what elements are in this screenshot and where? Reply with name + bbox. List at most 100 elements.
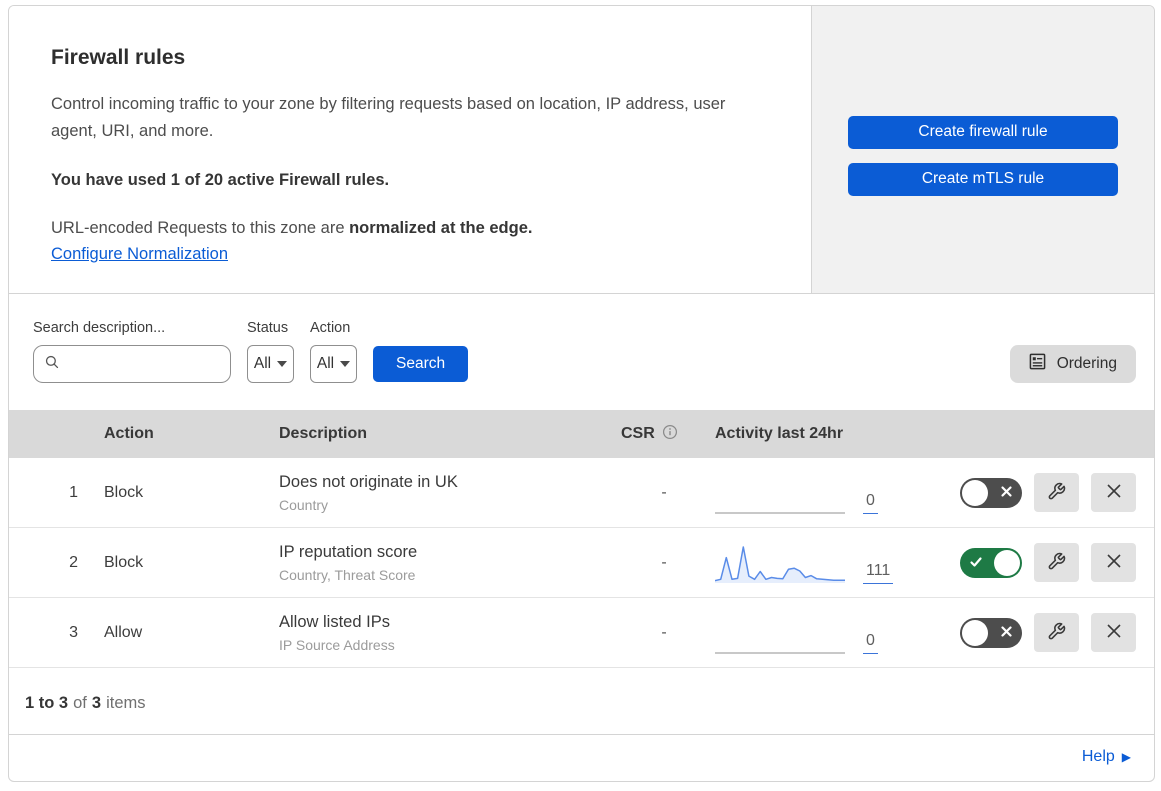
toggle-knob xyxy=(962,479,988,506)
rule-csr-value: - xyxy=(661,553,667,571)
rule-action: Block xyxy=(104,553,144,571)
ordering-label: Ordering xyxy=(1056,355,1117,372)
info-icon[interactable] xyxy=(662,424,678,445)
items-range: 1 to 3 xyxy=(25,694,69,712)
status-field: Status All xyxy=(247,320,294,383)
rule-priority: 1 xyxy=(69,483,78,501)
rule-activity-cell: 0 xyxy=(699,611,934,655)
search-icon xyxy=(44,354,60,375)
rule-action: Allow xyxy=(104,623,143,641)
table-row: 2 Block IP reputation score Country, Thr… xyxy=(9,528,1154,598)
normalization-text: URL-encoded Requests to this zone are xyxy=(51,219,350,238)
chevron-down-icon xyxy=(340,361,351,367)
activity-sparkline xyxy=(715,471,845,515)
rule-description-cell: Does not originate in UK Country xyxy=(279,473,599,513)
page-title: Firewall rules xyxy=(51,46,186,69)
action-column-header: Action xyxy=(104,425,154,442)
rule-fields: Country, Threat Score xyxy=(279,566,416,583)
close-icon xyxy=(1105,552,1123,573)
configure-normalization-link[interactable]: Configure Normalization xyxy=(51,245,228,263)
firewall-rules-panel: Firewall rules Control incoming traffic … xyxy=(8,5,1155,782)
csr-column-header: CSR xyxy=(599,424,699,445)
action-field: Action All xyxy=(310,320,357,383)
create-mtls-rule-button[interactable]: Create mTLS rule xyxy=(848,162,1118,196)
rule-description: IP reputation score xyxy=(279,542,418,561)
delete-rule-button[interactable] xyxy=(1091,543,1136,582)
close-icon xyxy=(1105,622,1123,643)
ordering-list-icon xyxy=(1029,353,1046,375)
toggle-state-icon xyxy=(1000,625,1013,643)
wrench-icon xyxy=(1047,622,1066,644)
status-select[interactable]: All xyxy=(247,345,294,383)
search-box[interactable] xyxy=(33,345,265,383)
rule-fields: IP Source Address xyxy=(279,636,395,653)
rule-enabled-toggle[interactable] xyxy=(960,547,1022,578)
search-input[interactable] xyxy=(66,355,265,373)
status-value: All xyxy=(253,355,272,372)
ordering-button[interactable]: Ordering xyxy=(1009,345,1136,383)
toggle-knob xyxy=(962,619,988,646)
header-content: Firewall rules Control incoming traffic … xyxy=(9,6,812,293)
toggle-knob xyxy=(994,549,1020,576)
normalization-note: URL-encoded Requests to this zone are no… xyxy=(51,219,771,238)
rule-enabled-toggle[interactable] xyxy=(960,477,1022,508)
toggle-state-icon xyxy=(969,555,983,574)
table-row: 1 Block Does not originate in UK Country… xyxy=(9,458,1154,528)
arrow-right-icon: ▶ xyxy=(1121,750,1131,764)
rule-activity-cell: 111 xyxy=(699,541,934,585)
rule-description: Allow listed IPs xyxy=(279,612,390,631)
rule-enabled-toggle[interactable] xyxy=(960,617,1022,648)
action-select[interactable]: All xyxy=(310,345,357,383)
rule-csr-value: - xyxy=(661,623,667,641)
filter-bar: Search description... Status All Action xyxy=(9,294,1154,410)
edit-rule-button[interactable] xyxy=(1034,613,1079,652)
rule-controls xyxy=(934,473,1154,512)
delete-rule-button[interactable] xyxy=(1091,613,1136,652)
toggle-state-icon xyxy=(1000,485,1013,503)
page-description: Control incoming traffic to your zone by… xyxy=(51,95,726,140)
rule-action: Block xyxy=(104,483,144,501)
action-label: Action xyxy=(310,320,351,336)
normalization-bold-text: normalized at the edge. xyxy=(349,219,533,238)
header-section: Firewall rules Control incoming traffic … xyxy=(9,6,1154,294)
status-label: Status xyxy=(247,320,289,336)
rule-activity-cell: 0 xyxy=(699,471,934,515)
items-total: 3 xyxy=(91,694,102,712)
activity-count-link[interactable]: 0 xyxy=(863,632,878,654)
table-header: Action Description CSR Activity last 24h… xyxy=(9,410,1154,458)
pagination-summary: 1 to 3 of 3 items xyxy=(9,668,1154,735)
description-column-header: Description xyxy=(279,425,368,442)
activity-count-link[interactable]: 111 xyxy=(863,562,894,584)
action-panel: Create firewall rule Create mTLS rule xyxy=(812,6,1154,293)
edit-rule-button[interactable] xyxy=(1034,543,1079,582)
table-row: 3 Allow Allow listed IPs IP Source Addre… xyxy=(9,598,1154,668)
search-field: Search description... xyxy=(33,320,265,383)
rule-priority: 2 xyxy=(69,553,78,571)
usage-summary: You have used 1 of 20 active Firewall ru… xyxy=(51,171,390,190)
activity-column-header: Activity last 24hr xyxy=(715,425,844,442)
help-bar: Help ▶ xyxy=(9,735,1154,781)
action-value: All xyxy=(316,355,335,372)
create-firewall-rule-button[interactable]: Create firewall rule xyxy=(848,115,1118,149)
activity-sparkline xyxy=(715,611,845,655)
activity-sparkline xyxy=(714,541,845,585)
wrench-icon xyxy=(1047,552,1066,574)
rule-priority: 3 xyxy=(69,623,78,641)
close-icon xyxy=(1105,482,1123,503)
wrench-icon xyxy=(1047,482,1066,504)
search-button[interactable]: Search xyxy=(373,346,469,382)
rule-description-cell: Allow listed IPs IP Source Address xyxy=(279,613,599,653)
rule-description-cell: IP reputation score Country, Threat Scor… xyxy=(279,543,599,583)
search-label: Search description... xyxy=(33,320,166,336)
rule-controls xyxy=(934,543,1154,582)
edit-rule-button[interactable] xyxy=(1034,473,1079,512)
help-link[interactable]: Help ▶ xyxy=(1082,748,1131,766)
chevron-down-icon xyxy=(277,361,288,367)
rule-fields: Country xyxy=(279,496,329,513)
delete-rule-button[interactable] xyxy=(1091,473,1136,512)
page: Firewall rules Control incoming traffic … xyxy=(0,0,1161,782)
rule-csr-value: - xyxy=(661,483,667,501)
rule-description: Does not originate in UK xyxy=(279,472,458,491)
activity-count-link[interactable]: 0 xyxy=(863,492,878,514)
rule-controls xyxy=(934,613,1154,652)
